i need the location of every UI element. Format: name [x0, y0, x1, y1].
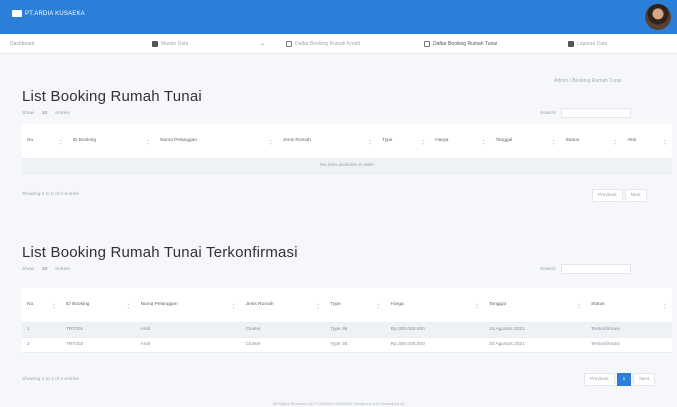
- show-label: Show: [22, 267, 34, 272]
- pagination: Previous 1 Next: [584, 373, 656, 386]
- table-row: 1 TRT001 Andi Cluster Type 36 Rp.300.000…: [22, 322, 672, 338]
- document-icon: [568, 41, 574, 47]
- table-header[interactable]: Status: [586, 288, 672, 323]
- table-header[interactable]: Nama Pelanggan: [154, 124, 278, 159]
- topbar: PT.ARDIA KUSAEKA: [0, 0, 677, 34]
- nav-laporan-data-label: Laporan Data: [577, 41, 608, 47]
- table-cell: Andi: [135, 337, 241, 353]
- page-1-button[interactable]: 1: [616, 373, 632, 386]
- table-cell: Rp.300.000.000: [385, 337, 485, 353]
- table-cell: Cluster: [240, 322, 326, 338]
- search-area: Search:: [540, 108, 631, 118]
- search-label: Search:: [540, 266, 557, 272]
- nav-booking-tunai-label: Daftar Booking Rumah Tunai: [433, 41, 498, 47]
- table-header[interactable]: Type: [377, 124, 431, 159]
- table-cell: Rp.300.000.000: [385, 322, 485, 338]
- table-cell: Cluster: [240, 337, 326, 353]
- table-cell: 15 Agustus 2021: [484, 322, 587, 338]
- page-title: List Booking Rumah Tunai: [22, 88, 202, 105]
- table-header[interactable]: Harga: [385, 288, 485, 323]
- nav-booking-kredit[interactable]: Daftar Booking Rumah Kredit: [286, 41, 360, 47]
- next-button[interactable]: Next: [624, 189, 647, 202]
- main-navbar: Dashboard Master Data ⌄ Daftar Booking R…: [0, 34, 677, 54]
- previous-button[interactable]: Previous: [592, 189, 623, 202]
- nav-booking-tunai[interactable]: Daftar Booking Rumah Tunai: [424, 41, 497, 47]
- chevron-down-icon[interactable]: ⌄: [260, 40, 265, 47]
- table-info: Showing 1 to 2 of 2 entries: [22, 377, 79, 382]
- nav-laporan-data[interactable]: Laporan Data: [568, 41, 607, 47]
- entries-select[interactable]: 10: [42, 111, 47, 116]
- table-row: 2 TRT002 Andi Cluster Type 36 Rp.300.000…: [22, 337, 672, 353]
- nav-master-data[interactable]: Master Data: [152, 41, 188, 47]
- previous-button[interactable]: Previous: [584, 373, 615, 386]
- nav-master-data-label: Master Data: [161, 41, 189, 47]
- search-label: Search:: [540, 110, 557, 116]
- database-icon: [152, 41, 158, 47]
- pagination: Previous Next: [592, 189, 647, 202]
- table-cell: Andi: [135, 322, 241, 338]
- table-header[interactable]: Jenis Rumah: [277, 124, 378, 159]
- table-header[interactable]: Tanggal: [490, 124, 561, 159]
- table-header[interactable]: Aksi: [622, 124, 672, 159]
- table-header[interactable]: No.: [22, 124, 68, 159]
- table-info: Showing 0 to 0 of 0 entries: [22, 192, 79, 197]
- table-header[interactable]: Status: [560, 124, 623, 159]
- search-input[interactable]: [560, 108, 631, 118]
- table-cell: Terkonfirmasi: [586, 337, 672, 353]
- table-header[interactable]: Tanggal: [484, 288, 587, 323]
- table-cell: 1: [22, 322, 61, 338]
- empty-table-message: No data available in table: [22, 158, 672, 174]
- brand-name: PT.ARDIA KUSAEKA: [25, 10, 85, 17]
- entries-select[interactable]: 10: [42, 267, 47, 272]
- table-header[interactable]: ID Booking: [60, 288, 136, 323]
- table-cell: 2: [22, 337, 61, 353]
- show-label: Show: [22, 111, 34, 116]
- table-cell: TRT002: [60, 337, 136, 353]
- entries-label: entries: [55, 267, 70, 272]
- footer: All Rights Reserved by PT.ARDIA KUSAEKA.…: [272, 401, 405, 406]
- nav-booking-kredit-label: Daftar Booking Rumah Kredit: [295, 41, 361, 47]
- table-cell: TRT001: [60, 322, 136, 338]
- search-area: Search:: [540, 264, 631, 274]
- next-button[interactable]: Next: [633, 373, 656, 386]
- table-header[interactable]: Jenis Rumah: [240, 288, 326, 323]
- user-avatar-icon[interactable]: [645, 4, 671, 30]
- table-cell: Type 36: [325, 322, 386, 338]
- entries-control: Show 10 entries: [22, 111, 70, 116]
- calendar-icon: [424, 41, 430, 47]
- table-header[interactable]: Harga: [430, 124, 491, 159]
- entries-label: entries: [55, 111, 70, 116]
- table-header[interactable]: Type: [325, 288, 386, 323]
- table-header[interactable]: ID Booking: [67, 124, 155, 159]
- calendar-icon: [286, 41, 292, 47]
- entries-control: Show 10 entries: [22, 267, 70, 272]
- breadcrumb: Admin / Booking Rumah Tunai: [554, 78, 622, 84]
- search-input[interactable]: [560, 264, 631, 274]
- confirmed-booking-table: No. ID Booking Nama Pelanggan Jenis Ruma…: [22, 288, 672, 353]
- booking-table: No. ID Booking Nama Pelanggan Jenis Ruma…: [22, 124, 672, 174]
- table-cell: 20 Agustus 2021: [484, 337, 587, 353]
- table-header[interactable]: Nama Pelanggan: [135, 288, 241, 323]
- table-header[interactable]: No.: [22, 288, 61, 323]
- table-cell: Terkonfirmasi: [586, 322, 672, 338]
- nav-dashboard[interactable]: Dashboard: [10, 41, 34, 47]
- table-cell: Type 36: [325, 337, 386, 353]
- brand-icon: [12, 10, 22, 17]
- page-title: List Booking Rumah Tunai Terkonfirmasi: [22, 244, 298, 261]
- brand-logo[interactable]: PT.ARDIA KUSAEKA: [12, 10, 85, 17]
